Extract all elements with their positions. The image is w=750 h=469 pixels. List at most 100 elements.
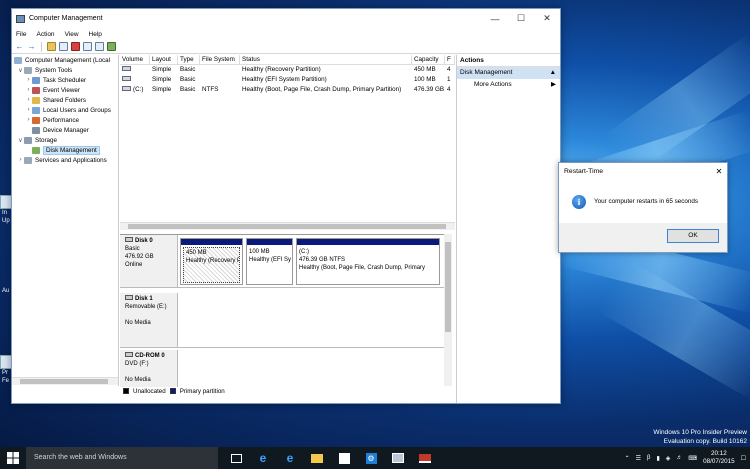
more-actions-item[interactable]: More Actions ▶ — [457, 79, 560, 91]
console-tree: Computer Management (Local ∨ System Tool… — [12, 55, 119, 386]
partition-efi[interactable]: 100 MB Healthy (EFI Sy — [246, 238, 293, 285]
chevron-down-icon[interactable]: ∨ — [17, 67, 24, 74]
search-box[interactable]: Search the web and Windows — [26, 447, 218, 469]
show-hide-tree-icon[interactable] — [59, 42, 68, 51]
bluetooth-icon[interactable]: β — [647, 455, 650, 461]
disk-row[interactable]: Disk 1 Removable (E:) No Media — [120, 293, 452, 348]
column-header-capacity[interactable]: Capacity — [412, 55, 445, 64]
scrollbar-thumb[interactable] — [128, 224, 446, 229]
tree-item-shared-folders[interactable]: › Shared Folders — [12, 95, 118, 105]
tree-item-label: Event Viewer — [43, 86, 80, 94]
chevron-down-icon[interactable]: ∨ — [17, 137, 24, 144]
chevron-right-icon[interactable]: › — [25, 107, 32, 113]
start-button[interactable] — [0, 447, 26, 469]
table-row[interactable]: (C:) Simple Basic NTFS Healthy (Boot, Pa… — [120, 85, 455, 95]
chevron-right-icon[interactable]: › — [25, 97, 32, 103]
tree-root[interactable]: Computer Management (Local — [12, 55, 118, 65]
notifications-icon[interactable]: ☐ — [741, 455, 746, 462]
column-header-free[interactable]: F — [445, 55, 455, 64]
partition-recovery[interactable]: 450 MB Healthy (Recovery P — [180, 238, 243, 285]
title-bar[interactable]: Computer Management — ☐ ✕ — [12, 9, 560, 28]
dialog-message: Your computer restarts in 65 seconds — [594, 198, 699, 205]
menu-help[interactable]: Help — [89, 31, 102, 38]
help-icon[interactable] — [71, 42, 80, 51]
network-icon[interactable]: ☰ — [636, 455, 641, 462]
collapse-arrow-icon[interactable]: ▲ — [550, 67, 556, 79]
chevron-right-icon[interactable]: › — [25, 77, 32, 83]
desktop-label: In — [2, 210, 8, 216]
partition-c[interactable]: (C:) 476.39 GB NTFS Healthy (Boot, Page … — [296, 238, 440, 285]
up-folder-icon[interactable] — [47, 42, 56, 51]
tree-item-label: Disk Management — [43, 145, 100, 155]
media-app-icon[interactable] — [416, 447, 434, 469]
maximize-button[interactable]: ☐ — [508, 9, 534, 28]
menu-action[interactable]: Action — [36, 31, 54, 38]
keyboard-icon[interactable]: ⌨ — [688, 455, 697, 462]
tree-item-local-users[interactable]: › Local Users and Groups — [12, 105, 118, 115]
tree-item-task-scheduler[interactable]: › Task Scheduler — [12, 75, 118, 85]
disk-icon[interactable] — [107, 42, 116, 51]
capacity-cell: 476.39 GB — [414, 86, 445, 93]
disk-management-pane: Volume Layout Type File System Status Ca… — [120, 55, 455, 403]
properties-icon[interactable] — [83, 42, 92, 51]
free-cell: 4 — [447, 86, 451, 93]
scrollbar-thumb[interactable] — [20, 379, 108, 384]
volume-list-horizontal-scrollbar[interactable] — [120, 222, 455, 230]
dialog-title-bar[interactable]: Restart-Time ✕ — [559, 163, 727, 179]
shared-folder-icon — [32, 96, 40, 104]
edge-browser-icon[interactable]: e — [254, 447, 272, 469]
file-explorer-icon[interactable] — [308, 447, 326, 469]
dialog-close-button[interactable]: ✕ — [711, 167, 727, 176]
scrollbar-thumb[interactable] — [445, 242, 451, 332]
chevron-up-icon[interactable]: ⌃ — [625, 455, 630, 462]
column-header-status[interactable]: Status — [240, 55, 412, 64]
menu-view[interactable]: View — [65, 31, 79, 38]
ok-button[interactable]: OK — [667, 229, 719, 243]
wifi-icon[interactable]: ◈ — [666, 455, 671, 462]
tree-item-performance[interactable]: › Performance — [12, 115, 118, 125]
store-icon[interactable] — [335, 447, 353, 469]
back-arrow-icon[interactable]: ← — [15, 42, 24, 51]
tree-item-storage[interactable]: ∨ Storage — [12, 135, 118, 145]
column-header-volume[interactable]: Volume — [120, 55, 150, 64]
chevron-right-icon[interactable]: › — [25, 87, 32, 93]
table-row[interactable]: Simple Basic Healthy (EFI System Partiti… — [120, 75, 455, 85]
table-row[interactable]: Simple Basic Healthy (Recovery Partition… — [120, 65, 455, 75]
column-header-type[interactable]: Type — [178, 55, 200, 64]
tree-item-label: Services and Applications — [35, 156, 107, 164]
battery-icon[interactable]: ▮ — [656, 455, 659, 462]
legend-unallocated: Unallocated — [133, 387, 166, 395]
disk-row[interactable]: Disk 0 Basic 476.92 GB Online 450 MB Hea… — [120, 235, 452, 288]
close-button[interactable]: ✕ — [534, 9, 560, 28]
disk-view-vertical-scrollbar[interactable] — [444, 234, 452, 386]
column-header-file-system[interactable]: File System — [200, 55, 240, 64]
tree-item-disk-management[interactable]: Disk Management — [12, 145, 118, 155]
column-header-layout[interactable]: Layout — [150, 55, 178, 64]
tree-item-system-tools[interactable]: ∨ System Tools — [12, 65, 118, 75]
menu-file[interactable]: File — [16, 31, 26, 38]
tree-item-event-viewer[interactable]: › Event Viewer — [12, 85, 118, 95]
tree-horizontal-scrollbar[interactable] — [12, 377, 118, 385]
disk-row[interactable]: CD-ROM 0 DVD (F:) No Media — [120, 350, 452, 387]
chevron-right-icon[interactable]: › — [25, 117, 32, 123]
primary-partition-swatch — [169, 388, 176, 394]
clock[interactable]: 20:12 08/07/2015 — [703, 450, 735, 466]
actions-section-disk-management[interactable]: Disk Management ▲ — [457, 67, 560, 79]
layout-cell: Simple — [152, 76, 172, 83]
tree-item-device-manager[interactable]: Device Manager — [12, 125, 118, 135]
minimize-button[interactable]: — — [482, 9, 508, 28]
internet-explorer-icon[interactable]: e — [281, 447, 299, 469]
settings-icon[interactable]: ⚙ — [362, 447, 380, 469]
drive-icon — [122, 86, 131, 91]
chevron-right-icon[interactable]: › — [17, 157, 24, 163]
volume-icon[interactable]: ♬ — [676, 455, 682, 461]
fs-cell — [200, 75, 240, 85]
tree-item-services-apps[interactable]: › Services and Applications — [12, 155, 118, 165]
forward-arrow-icon[interactable]: → — [27, 42, 36, 51]
type-cell: Basic — [180, 86, 196, 93]
dialog-title: Restart-Time — [564, 167, 604, 175]
task-view-icon[interactable] — [227, 447, 245, 469]
menu-bar: File Action View Help — [12, 28, 560, 40]
export-list-icon[interactable] — [95, 42, 104, 51]
computer-management-taskbar-icon[interactable] — [389, 447, 407, 469]
